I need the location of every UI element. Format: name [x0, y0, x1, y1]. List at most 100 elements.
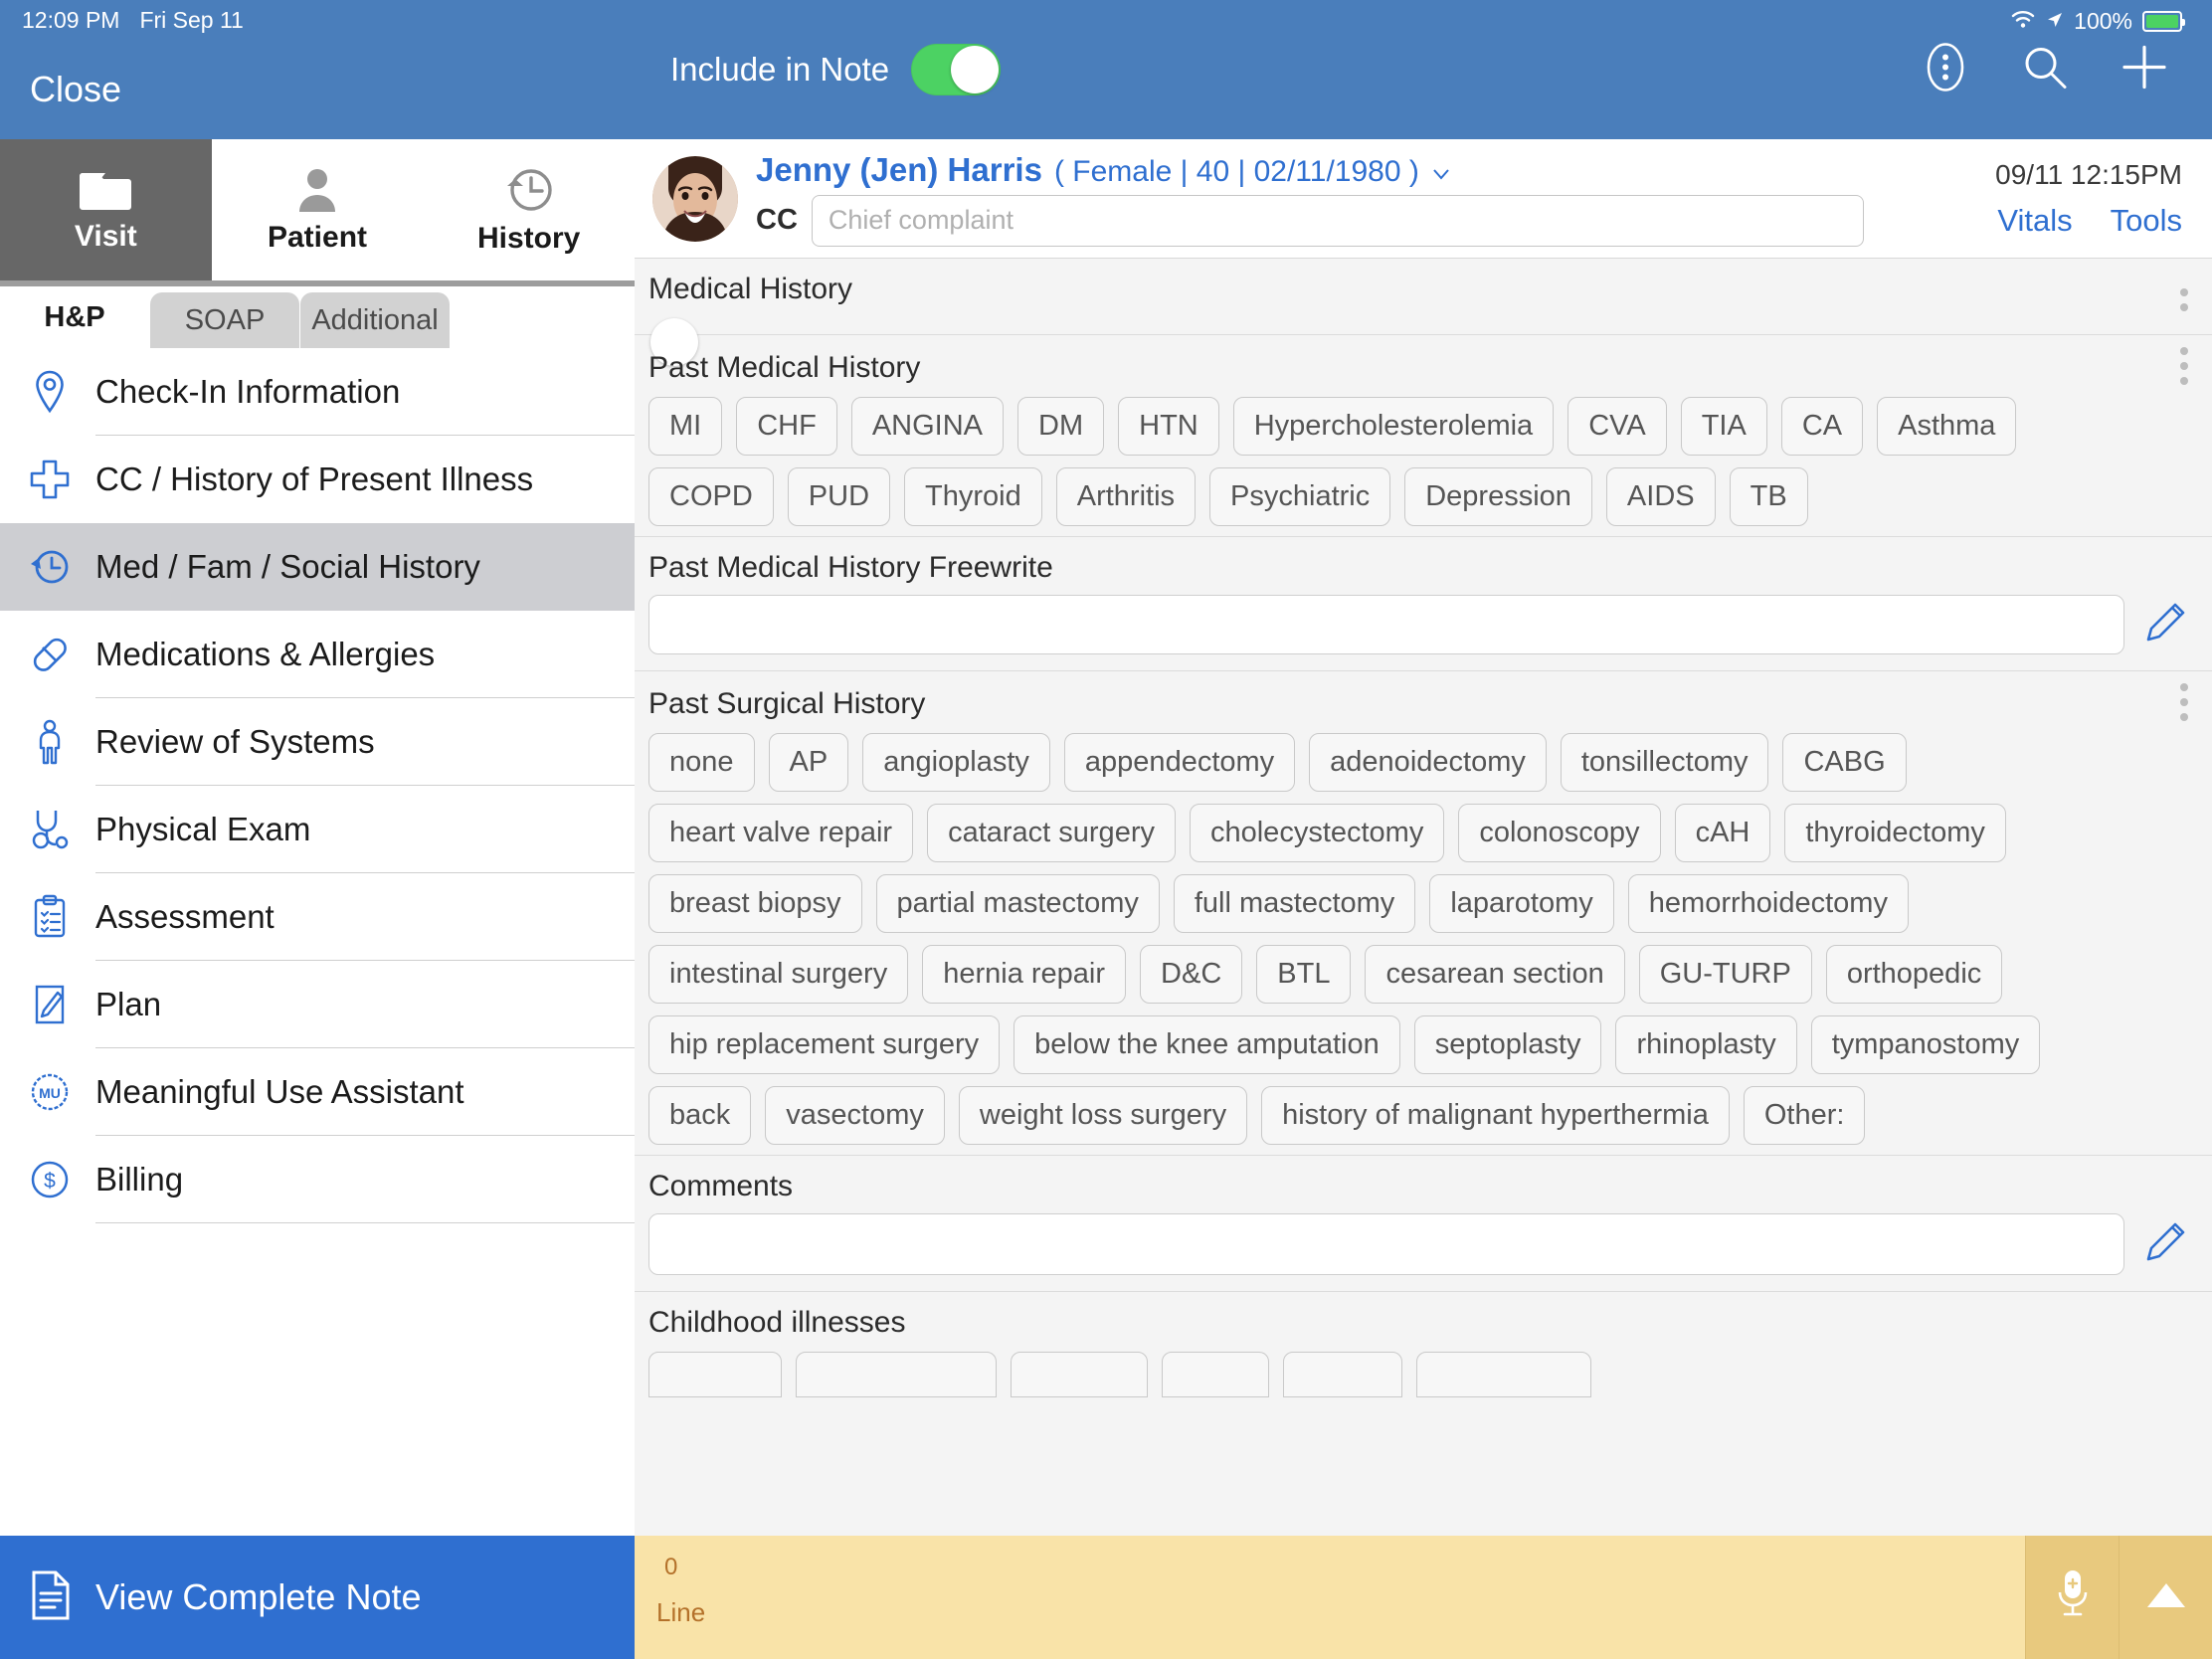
psh-chip[interactable]: history of malignant hyperthermia — [1261, 1086, 1730, 1145]
comments-input[interactable] — [648, 1213, 2124, 1275]
psh-chip[interactable]: thyroidectomy — [1784, 804, 2006, 862]
avatar[interactable] — [652, 155, 738, 242]
sidebar-item-review-of-systems[interactable]: Review of Systems — [0, 698, 635, 786]
psh-chip[interactable]: cholecystectomy — [1189, 804, 1445, 862]
pmh-chip[interactable]: COPD — [648, 467, 774, 526]
chip-partial[interactable] — [648, 1352, 782, 1397]
pmh-chip[interactable]: Hypercholesterolemia — [1232, 397, 1555, 456]
mode-tab-history[interactable]: History — [423, 139, 636, 280]
mode-tab-visit[interactable]: Visit — [0, 139, 212, 280]
sidebar-item-cc-history-of-present-illness[interactable]: CC / History of Present Illness — [0, 436, 635, 523]
tools-link[interactable]: Tools — [2111, 203, 2182, 239]
vitals-link[interactable]: Vitals — [1997, 203, 2072, 239]
pmh-chip[interactable]: Arthritis — [1055, 467, 1197, 526]
psh-chip[interactable]: tympanostomy — [1810, 1015, 2041, 1074]
pmh-chip[interactable]: Thyroid — [904, 467, 1042, 526]
patient-name-row[interactable]: Jenny (Jen) Harris ( Female | 40 | 02/11… — [756, 151, 1864, 189]
microphone-button[interactable] — [2025, 1536, 2119, 1659]
pencil-icon[interactable] — [2142, 600, 2188, 650]
chip-partial[interactable] — [1283, 1352, 1402, 1397]
form-scroll-area[interactable]: Medical History Past Medical History MI C… — [635, 259, 2212, 1659]
chip-partial[interactable] — [1162, 1352, 1269, 1397]
tab-soap[interactable]: SOAP — [150, 292, 299, 348]
pmh-freewrite-input[interactable] — [648, 595, 2124, 654]
pmh-chip[interactable]: CHF — [736, 397, 837, 456]
psh-chip[interactable]: GU-TURP — [1638, 945, 1812, 1004]
psh-chip[interactable]: intestinal surgery — [648, 945, 909, 1004]
psh-chip[interactable]: vasectomy — [765, 1086, 945, 1145]
psh-chip[interactable]: BTL — [1256, 945, 1352, 1004]
footer-line-area[interactable]: 0 Line — [635, 1536, 2025, 1659]
tab-additional[interactable]: Additional — [300, 292, 450, 348]
sidebar-item-assessment[interactable]: Assessment — [0, 873, 635, 961]
pmh-chip[interactable]: DM — [1017, 397, 1105, 456]
pmh-chip[interactable]: PUD — [787, 467, 891, 526]
more-vertical-icon[interactable] — [1922, 40, 1969, 100]
psh-chip[interactable]: Other: — [1743, 1086, 1866, 1145]
psh-chip[interactable]: D&C — [1140, 945, 1243, 1004]
psh-chip[interactable]: septoplasty — [1413, 1015, 1602, 1074]
expand-keyboard-button[interactable] — [2119, 1536, 2212, 1659]
pmh-chip[interactable]: CVA — [1567, 397, 1667, 456]
close-button[interactable]: Close — [30, 69, 121, 110]
psh-chip[interactable]: orthopedic — [1825, 945, 2003, 1004]
pmh-chip[interactable]: TIA — [1680, 397, 1767, 456]
pmh-chip[interactable]: Psychiatric — [1209, 467, 1391, 526]
psh-chip[interactable]: angioplasty — [862, 733, 1050, 792]
chevron-down-icon[interactable] — [1431, 167, 1451, 186]
psh-chip[interactable]: laparotomy — [1429, 874, 1614, 933]
psh-chip[interactable]: rhinoplasty — [1615, 1015, 1797, 1074]
psh-chip[interactable]: hip replacement surgery — [648, 1015, 1001, 1074]
pmh-chip[interactable]: CA — [1780, 397, 1864, 456]
pmh-chip[interactable]: AIDS — [1605, 467, 1716, 526]
psh-chip[interactable]: partial mastectomy — [875, 874, 1160, 933]
tab-hp[interactable]: H&P — [0, 286, 149, 348]
mode-tab-patient[interactable]: Patient — [211, 139, 424, 280]
psh-chip[interactable]: hernia repair — [922, 945, 1127, 1004]
chief-complaint-input[interactable] — [811, 194, 1864, 247]
psh-chip[interactable]: full mastectomy — [1173, 874, 1416, 933]
psh-chip[interactable]: AP — [768, 733, 849, 792]
chip-partial[interactable] — [1011, 1352, 1148, 1397]
sidebar-item-plan[interactable]: Plan — [0, 961, 635, 1048]
psh-chip[interactable]: cataract surgery — [927, 804, 1176, 862]
pmh-chip[interactable]: ANGINA — [850, 397, 1005, 456]
psh-chip[interactable]: heart valve repair — [648, 804, 914, 862]
psh-chip[interactable]: weight loss surgery — [958, 1086, 1248, 1145]
hp-tab-bar: H&P SOAP Additional — [0, 286, 635, 348]
section-menu-dots[interactable] — [2180, 683, 2188, 721]
include-in-note-toggle[interactable] — [911, 44, 1002, 95]
pmh-chip[interactable]: Depression — [1404, 467, 1592, 526]
pencil-icon[interactable] — [2142, 1219, 2188, 1270]
sidebar-item-billing[interactable]: $ Billing — [0, 1136, 635, 1223]
psh-chip[interactable]: tonsillectomy — [1560, 733, 1769, 792]
psh-chip[interactable]: none — [648, 733, 755, 792]
psh-chip[interactable]: CABG — [1782, 733, 1907, 792]
psh-chip[interactable]: below the knee amputation — [1014, 1015, 1400, 1074]
psh-chip[interactable]: hemorrhoidectomy — [1627, 874, 1909, 933]
psh-chip[interactable]: cAH — [1674, 804, 1771, 862]
sidebar-item-label: Plan — [95, 986, 162, 1022]
section-menu-dots[interactable] — [2180, 288, 2188, 311]
psh-chip[interactable]: appendectomy — [1063, 733, 1296, 792]
search-icon[interactable] — [2021, 44, 2069, 96]
pmh-chip[interactable]: TB — [1729, 467, 1808, 526]
plus-icon[interactable] — [2120, 44, 2168, 96]
pmh-chip[interactable]: HTN — [1118, 397, 1219, 456]
pmh-chip[interactable]: Asthma — [1877, 397, 2017, 456]
sidebar-item-meaningful-use-assistant[interactable]: MU Meaningful Use Assistant — [0, 1048, 635, 1136]
sidebar-item-check-in-information[interactable]: Check-In Information — [0, 348, 635, 436]
sidebar-item-medications-allergies[interactable]: Medications & Allergies — [0, 611, 635, 698]
psh-chip[interactable]: back — [648, 1086, 752, 1145]
psh-chip[interactable]: adenoidectomy — [1309, 733, 1547, 792]
psh-chip[interactable]: breast biopsy — [648, 874, 862, 933]
psh-chip[interactable]: cesarean section — [1365, 945, 1625, 1004]
sidebar-item-med-fam-social-history[interactable]: Med / Fam / Social History — [0, 523, 635, 611]
chip-partial[interactable] — [1416, 1352, 1591, 1397]
view-complete-note-button[interactable]: View Complete Note — [0, 1536, 635, 1659]
sidebar-item-physical-exam[interactable]: Physical Exam — [0, 786, 635, 873]
psh-chip[interactable]: colonoscopy — [1458, 804, 1661, 862]
chip-partial[interactable] — [796, 1352, 997, 1397]
pmh-chip[interactable]: MI — [648, 397, 723, 456]
section-menu-dots[interactable] — [2180, 347, 2188, 385]
